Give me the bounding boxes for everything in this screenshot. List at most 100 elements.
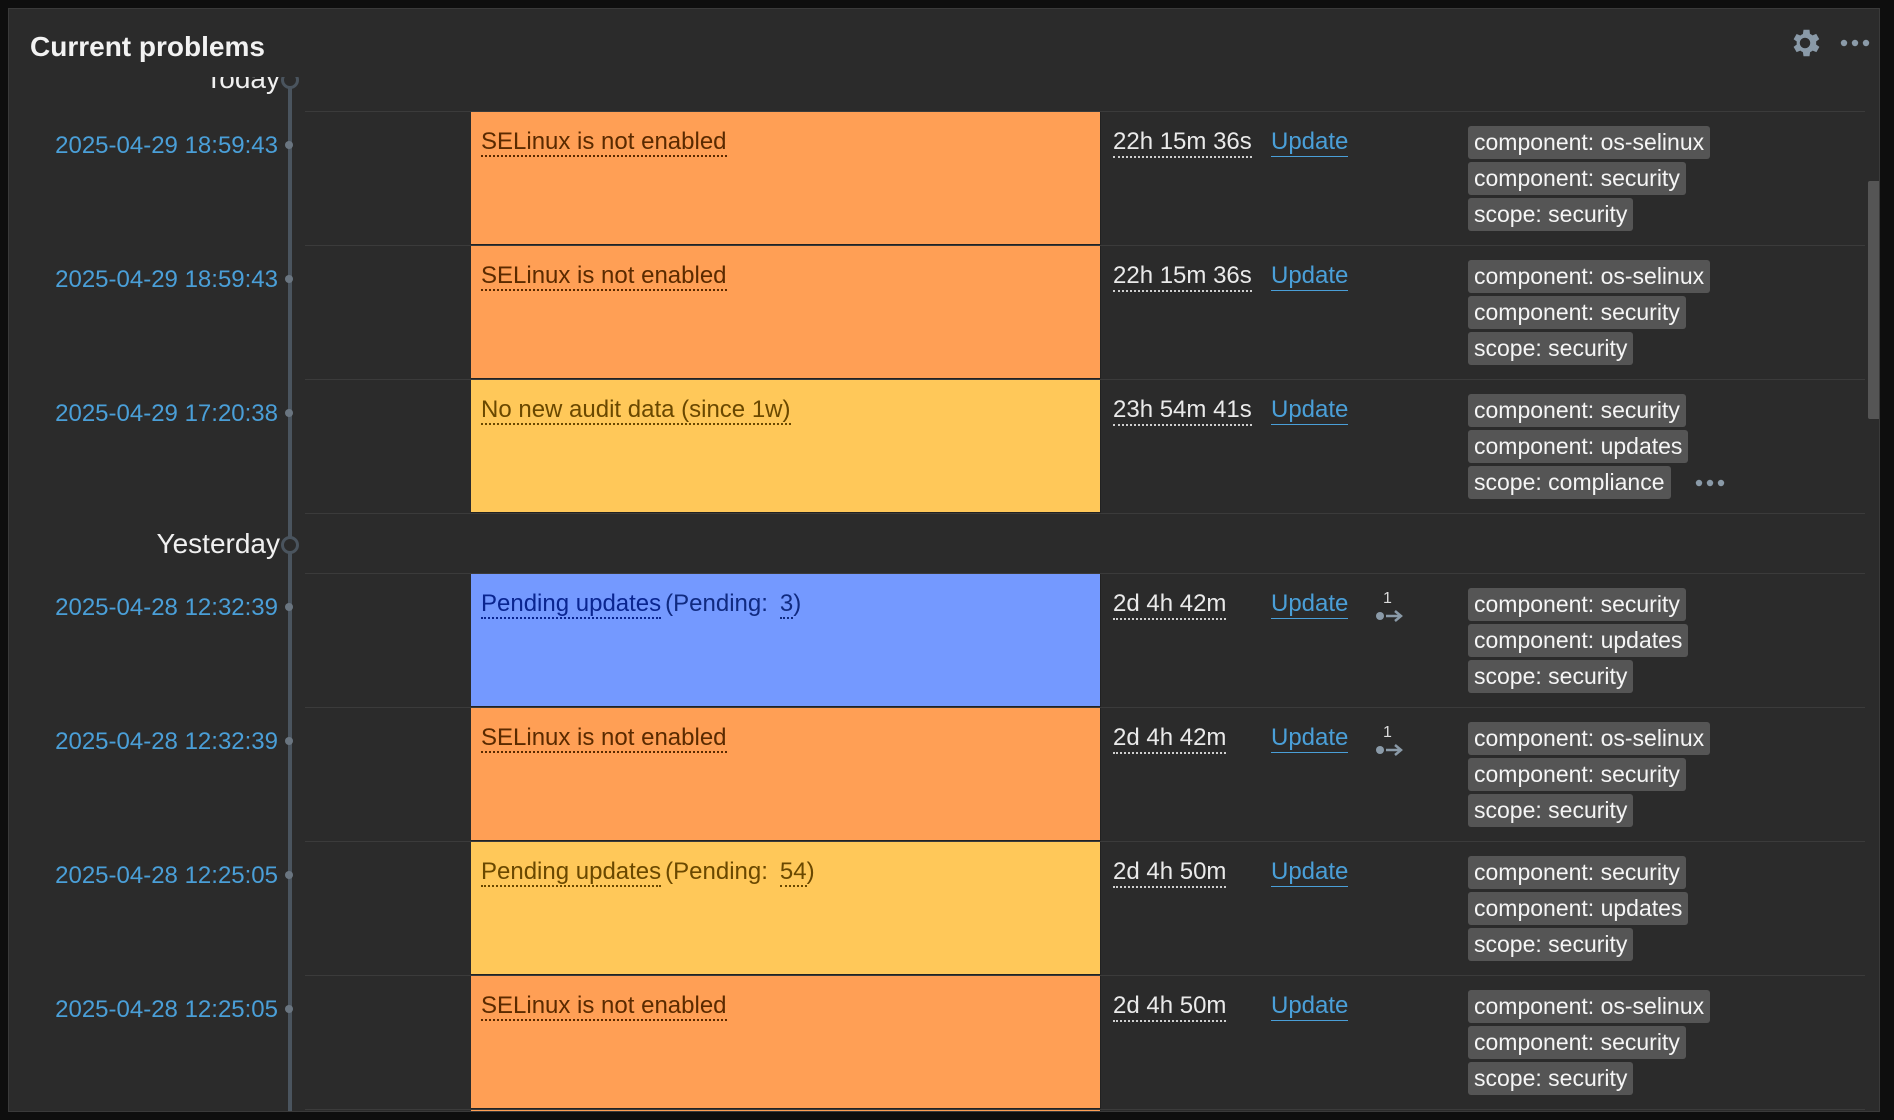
problem-cell: Pending updates (Pending: 54) [471, 842, 1101, 975]
problem-name[interactable]: SELinux is not enabled [481, 128, 727, 157]
group-row-yesterday: Yesterday [9, 514, 1865, 574]
problem-cell: SELinux is not enabled [471, 112, 1101, 245]
problem-name[interactable]: SELinux is not enabled [481, 262, 727, 291]
tag-list: component: security component: updates s… [1468, 856, 1689, 964]
problem-duration[interactable]: 22h 15m 36s [1113, 128, 1252, 158]
tag-list: component: os-selinux component: securit… [1468, 722, 1711, 830]
timeline-dot [285, 1005, 293, 1013]
more-horizontal-icon[interactable] [1837, 25, 1873, 61]
problem-row: 2025-04-29 18:59:43 SELinux is not enabl… [9, 112, 1865, 245]
problem-time-link[interactable]: 2025-04-29 17:20:38 [55, 400, 278, 428]
tag-list: component: security component: updates s… [1468, 588, 1689, 696]
tag[interactable]: component: security [1468, 856, 1686, 889]
problem-name[interactable]: Pending updates [481, 858, 662, 887]
current-problems-widget: Current problems Today 2025-04-29 18:59:… [8, 8, 1880, 1112]
timeline-dot [285, 275, 293, 283]
problems-timeline: Today 2025-04-29 18:59:43 SELinux is not… [9, 77, 1879, 1111]
update-link[interactable]: Update [1271, 992, 1349, 1021]
tag[interactable]: component: security [1468, 758, 1686, 791]
problem-time-link[interactable]: 2025-04-28 12:32:39 [55, 728, 278, 756]
problem-cell: SELinux is not enabled [471, 708, 1101, 841]
problem-name[interactable]: SELinux is not enabled [481, 992, 727, 1021]
tag[interactable]: component: updates [1468, 624, 1689, 657]
problem-name[interactable]: Pending updates [481, 590, 662, 619]
pending-label: (Pending: [665, 858, 768, 885]
gear-icon[interactable] [1787, 25, 1823, 61]
problem-duration[interactable]: 2d 4h 50m [1113, 992, 1227, 1022]
problem-name[interactable]: No new audit data (since 1w) [481, 396, 791, 425]
group-label: Today [205, 77, 280, 94]
widget-header: Current problems [9, 9, 1879, 77]
problem-duration[interactable]: 23h 54m 41s [1113, 396, 1252, 426]
tag[interactable]: scope: security [1468, 794, 1634, 827]
escalation-icon[interactable]: 1 [1371, 590, 1411, 628]
problem-time-link[interactable]: 2025-04-29 18:59:43 [55, 266, 278, 294]
pending-label: (Pending: [665, 590, 768, 617]
tag[interactable]: component: updates [1468, 892, 1689, 925]
problem-row: 2025-04-29 18:59:43 SELinux is not enabl… [9, 246, 1865, 379]
escalation-count: 1 [1383, 724, 1392, 741]
problem-duration[interactable]: 22h 15m 36s [1113, 262, 1252, 292]
problem-time-link[interactable]: 2025-04-29 18:59:43 [55, 132, 278, 160]
problem-cell-partial [471, 1110, 1101, 1111]
tag[interactable]: component: security [1468, 588, 1686, 621]
tag[interactable]: scope: security [1468, 1062, 1634, 1095]
timeline-group-dot [281, 536, 299, 554]
tag[interactable]: scope: security [1468, 928, 1634, 961]
tag[interactable]: component: updates [1468, 430, 1689, 463]
pending-count[interactable]: 54 [779, 858, 807, 887]
group-row-today: Today [9, 77, 1865, 109]
timeline-dot [285, 141, 293, 149]
problem-row: 2025-04-28 12:32:39 SELinux is not enabl… [9, 708, 1865, 841]
escalation-count: 1 [1383, 590, 1392, 607]
more-tags-icon[interactable] [1694, 478, 1726, 488]
tag-list: component: os-selinux component: securit… [1468, 990, 1711, 1098]
pending-close: ) [793, 590, 802, 617]
update-link[interactable]: Update [1271, 396, 1349, 425]
tag[interactable]: scope: security [1468, 198, 1634, 231]
timeline-dot [285, 737, 293, 745]
problem-row: 2025-04-28 12:32:39 Pending updates (Pend… [9, 574, 1865, 707]
tag[interactable]: component: security [1468, 296, 1686, 329]
timeline-dot [285, 871, 293, 879]
problem-row: 2025-04-28 12:25:05 Pending updates (Pend… [9, 842, 1865, 975]
scrollbar-thumb[interactable] [1868, 181, 1879, 419]
problem-cell: SELinux is not enabled [471, 246, 1101, 379]
problem-row: 2025-04-29 17:20:38 No new audit data (s… [9, 380, 1865, 513]
update-link[interactable]: Update [1271, 590, 1349, 619]
tag[interactable]: scope: security [1468, 332, 1634, 365]
problem-duration[interactable]: 2d 4h 42m [1113, 590, 1227, 620]
update-link[interactable]: Update [1271, 858, 1349, 887]
escalation-icon[interactable]: 1 [1371, 724, 1411, 762]
problem-row: 2025-04-28 12:25:05 SELinux is not enabl… [9, 976, 1865, 1109]
problem-time-link[interactable]: 2025-04-28 12:25:05 [55, 862, 278, 890]
update-link[interactable]: Update [1271, 724, 1349, 753]
problem-time-link[interactable]: 2025-04-28 12:32:39 [55, 594, 278, 622]
problem-cell: SELinux is not enabled [471, 976, 1101, 1109]
problem-cell: Pending updates (Pending: 3) [471, 574, 1101, 707]
problem-cell: No new audit data (since 1w) [471, 380, 1101, 513]
tag[interactable]: component: os-selinux [1468, 990, 1711, 1023]
tag[interactable]: component: security [1468, 162, 1686, 195]
group-label: Yesterday [156, 528, 281, 559]
tag[interactable]: component: os-selinux [1468, 722, 1711, 755]
pending-close: ) [806, 858, 815, 885]
tag-list: component: security component: updates s… [1468, 394, 1725, 502]
tag[interactable]: component: security [1468, 394, 1686, 427]
update-link[interactable]: Update [1271, 262, 1349, 291]
problem-duration[interactable]: 2d 4h 50m [1113, 858, 1227, 888]
tag[interactable]: scope: compliance [1468, 466, 1671, 499]
timeline-group-dot [281, 77, 299, 89]
tag[interactable]: component: security [1468, 1026, 1686, 1059]
widget-title: Current problems [30, 31, 265, 62]
tag[interactable]: component: os-selinux [1468, 260, 1711, 293]
tag[interactable]: scope: security [1468, 660, 1634, 693]
problem-time-link[interactable]: 2025-04-28 12:25:05 [55, 996, 278, 1024]
pending-count[interactable]: 3 [779, 590, 794, 619]
timeline-dot [285, 409, 293, 417]
problem-duration[interactable]: 2d 4h 42m [1113, 724, 1227, 754]
problem-name[interactable]: SELinux is not enabled [481, 724, 727, 753]
tag[interactable]: component: os-selinux [1468, 126, 1711, 159]
update-link[interactable]: Update [1271, 128, 1349, 157]
tag-list: component: os-selinux component: securit… [1468, 260, 1711, 368]
